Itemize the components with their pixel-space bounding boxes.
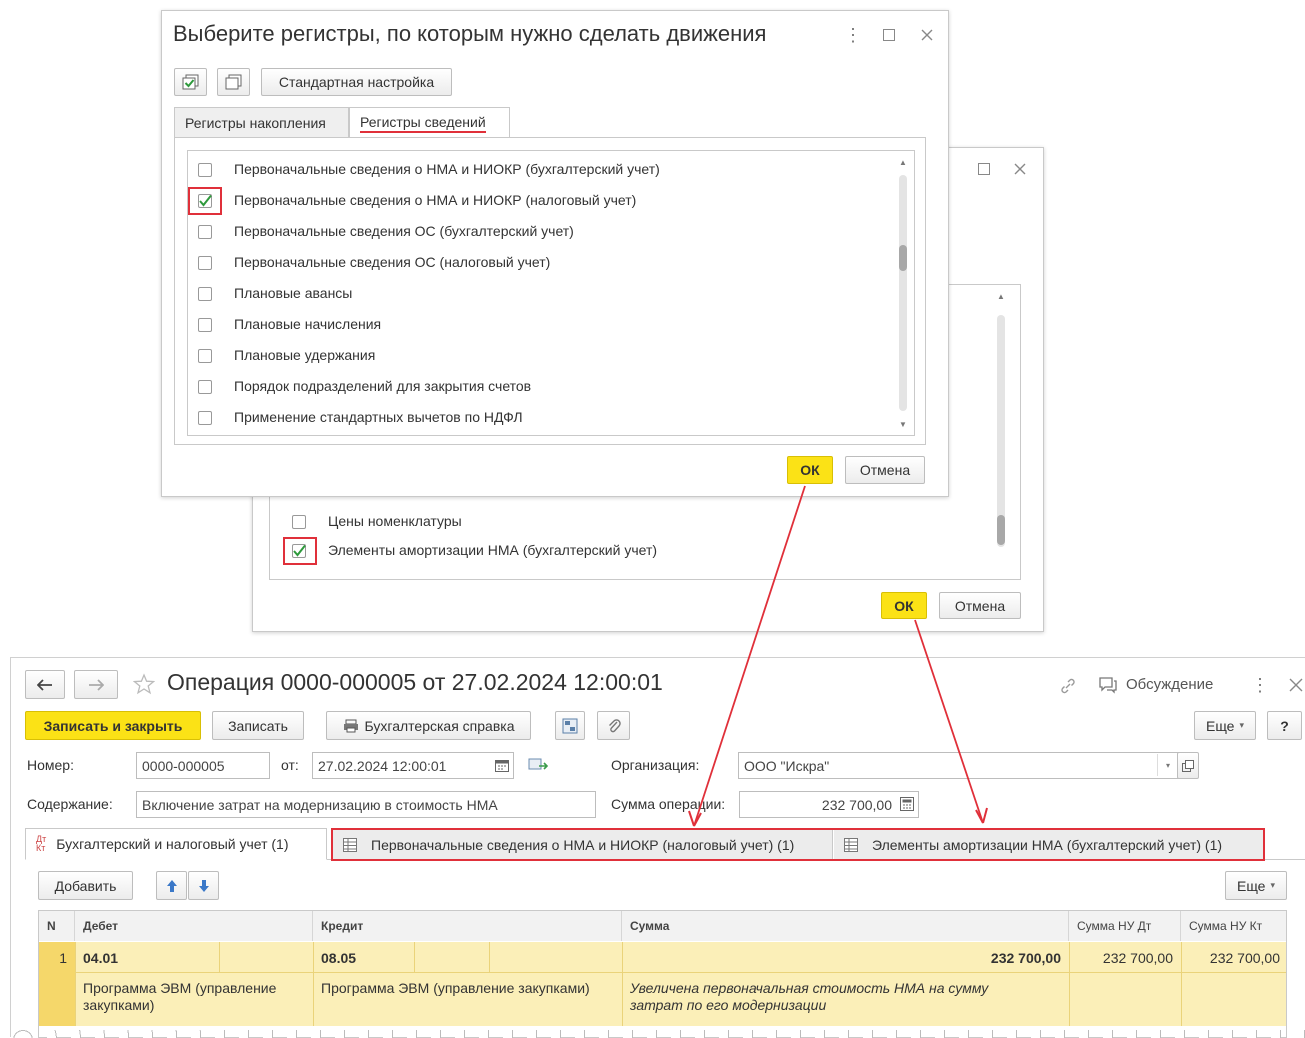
arrow-to-amortization-tab [914, 619, 984, 824]
callout-arrows [688, 485, 988, 827]
arrow-to-tax-tab [693, 485, 806, 827]
